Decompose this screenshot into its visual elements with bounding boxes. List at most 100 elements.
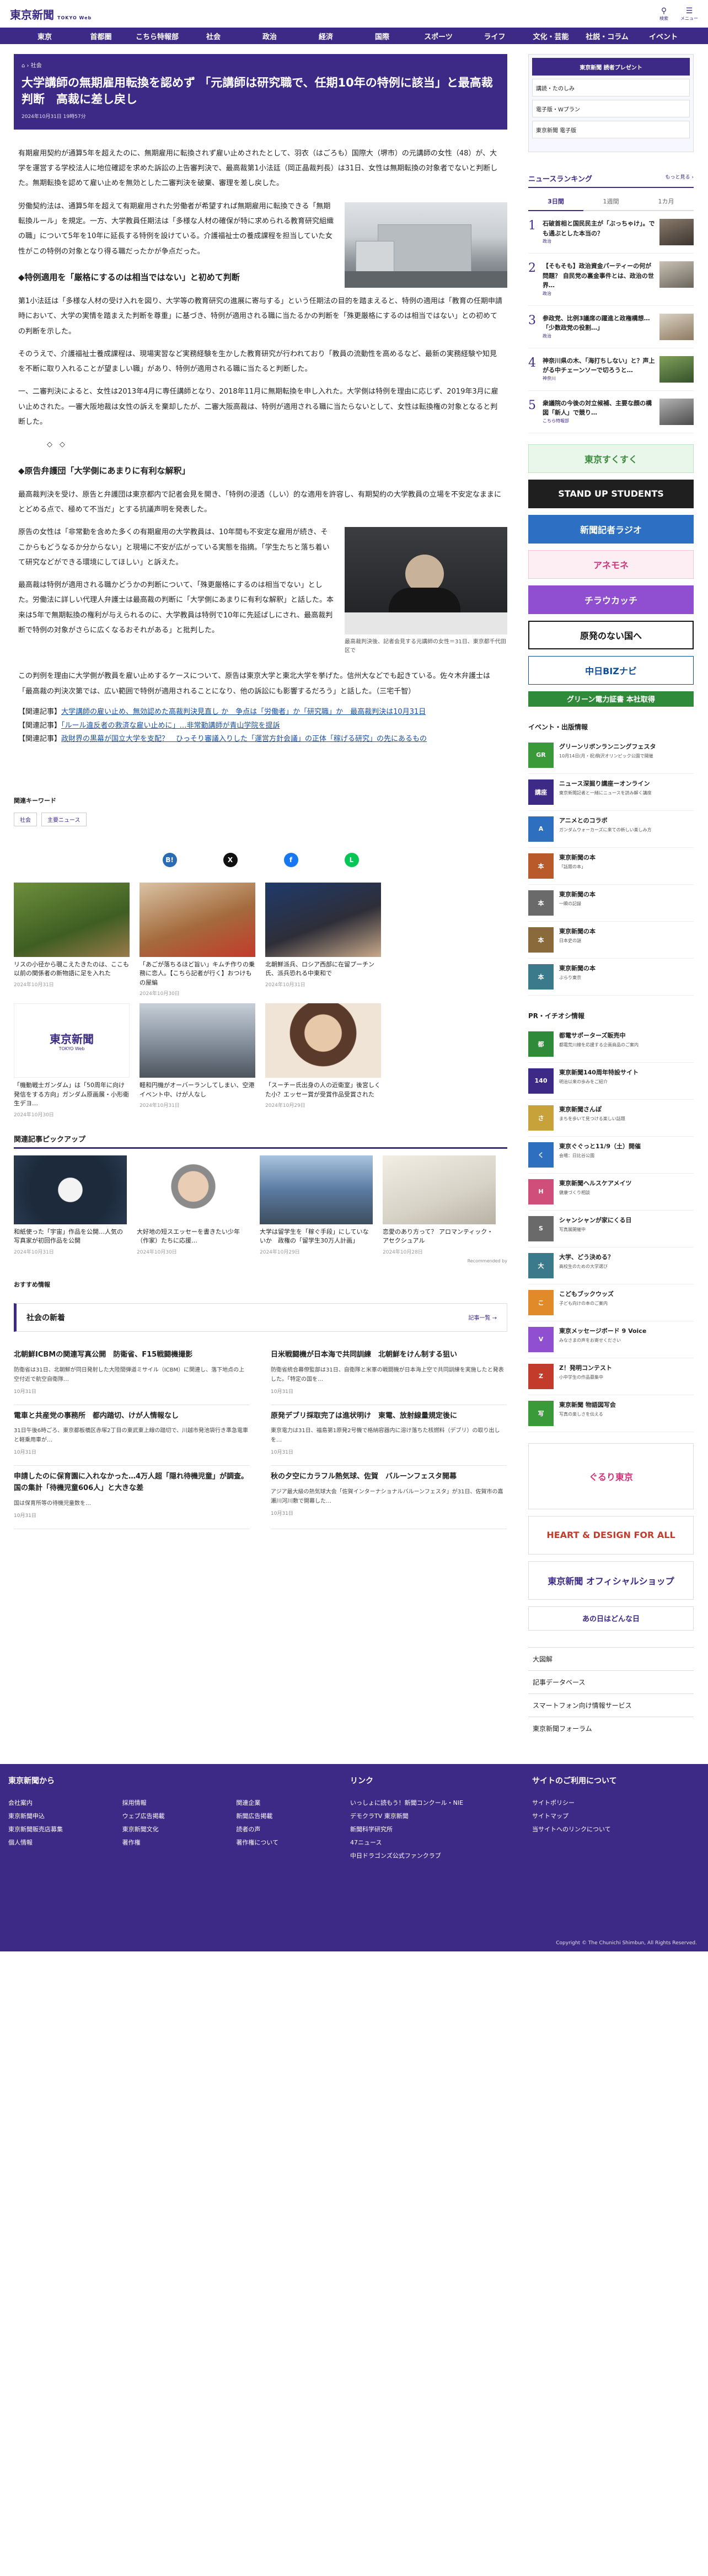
recommended-card[interactable]: 東京新聞 TOKYO Web 「機動戦士ガンダム」は「50周年に向け発信をする方… [14,1003,130,1118]
footer-link[interactable]: 新聞科学研究所 [350,1825,532,1833]
footer-link[interactable]: 著作権について [236,1838,350,1847]
news-item[interactable]: 北朝鮮ICBMの関連写真公開 防衛省、F15戦闘機撮影 防衛省は31日、北朝鮮が同… [14,1344,250,1405]
footer-link[interactable]: 東京新聞文化 [122,1825,237,1833]
recommended-card[interactable]: 軽和円機がオーバーランしてしまい、空港イベント中、けが人なし 2024年10月3… [140,1003,255,1118]
event-item[interactable]: GR グリーンリボンランニングフェスタ 10月14日(月・祝)駒沢オリンピック公園で… [528,737,694,774]
tab-1week[interactable]: 1週間 [583,192,639,211]
footer-link[interactable]: 著作権 [122,1838,237,1847]
news-item[interactable]: 電車と共産党の事務所 都内踏切、けが人情報なし 31日午後6時ごろ、東京都板橋区赤… [14,1405,250,1466]
promo-banner[interactable]: HEART & DESIGN FOR ALL [528,1515,694,1555]
footer-link[interactable]: サイトポリシー [532,1798,698,1807]
nav-item[interactable]: 国際 [354,31,410,41]
footer-link[interactable]: 採用情報 [122,1798,237,1807]
nav-item[interactable]: ライフ [466,31,523,41]
recommended-card[interactable]: リスの小径から覗こえたきたのは、ここも以前の関係者の新物語に足を入れた 2024… [14,882,130,997]
pickup-card[interactable]: 大学は留学生を「稼ぐ手段」にしていないか 政権の「留学生30万人計画」 2024… [260,1155,373,1255]
footer-link[interactable]: 個人情報 [8,1838,122,1847]
pickup-card[interactable]: 和紙使った「宇宙」作品を公開…人気の写真家が初回作品を公開 2024年10月31… [14,1155,127,1255]
footer-link[interactable]: 47ニュース [350,1838,532,1847]
side-link[interactable]: 東京新聞フォーラム [528,1716,694,1740]
news-item[interactable]: 秋の夕空にカラフル熱気球、佐賀 バルーンフェスタ開幕 アジア最大級の熱気球大会「佐… [271,1466,507,1530]
hatena-share-button[interactable]: B! [162,852,177,867]
building-photo[interactable] [345,202,507,288]
facebook-share-button[interactable]: f [283,852,298,867]
side-link[interactable]: 大図解 [528,1647,694,1670]
search-button[interactable]: ⚲ 検索 [659,7,668,21]
pr-item[interactable]: さ東京新聞さんぽ まちを歩いて見つける楽しい話題 [528,1100,694,1137]
pr-item[interactable]: Z Z！発明コンテスト 小中学生の作品募集中 [528,1358,694,1395]
event-item[interactable]: 本東京新聞の本 一瞬の記録 [528,885,694,922]
related-link[interactable]: 「ルール違反者の救済な雇い止めに」…非常勤講師が青山学院を提訴 [61,722,280,730]
footer-link[interactable]: ウェブ広告掲載 [122,1811,237,1820]
nav-item[interactable]: こちら特報部 [129,31,185,41]
footer-link[interactable]: 読者の声 [236,1825,350,1833]
footer-link[interactable]: 中日ドラゴンズ公式ファンクラブ [350,1851,532,1860]
footer-link[interactable]: 新聞広告掲載 [236,1811,350,1820]
recommended-card[interactable]: 「あごが落ちるほど旨い」キムチ作りの乗務に恋人。【こちら記者が行く】おつけもの屋… [140,882,255,997]
footer-link[interactable]: デモクラTV 東京新聞 [350,1811,532,1820]
menu-button[interactable]: ☰ メニュー [680,7,698,21]
banner[interactable]: 中日BIZナビ [528,655,694,685]
news-item[interactable]: 原発デブリ採取完了は進状明け 東電、放射線量規定後に 東京電力は31日、福島第1原… [271,1405,507,1466]
pr-item[interactable]: S シャンシャンが家にくる日 写真展開催中 [528,1211,694,1247]
pr-item[interactable]: ここどもブックウッズ 子ども向けの本のご案内 [528,1284,694,1321]
banner[interactable]: 東京すくすく [528,444,694,473]
subscription-ad[interactable]: 東京新聞 読者プレゼント 講読・たのしみ 電子版・Wプラン 東京新聞 電子版 [528,54,694,152]
nav-item[interactable]: 政治 [242,31,298,41]
pr-item[interactable]: 都都電サポーターズ販売中 都電荒川線を応援する企画商品のご案内 [528,1026,694,1063]
pr-item[interactable]: 大大学、どう決める？ 高校生のための大学選び [528,1247,694,1284]
keyword-tag[interactable]: 主要ニュース [41,812,87,826]
news-item[interactable]: 日米戦闘機が日本海で共同訓練 北朝鮮をけん制する狙い 防衛省統合幕僚監部は31日、… [271,1344,507,1405]
ranking-item[interactable]: 5 衆議院の今後の対立候補、主要な顔の構図「新人」で競り… こちら特報部 [528,391,694,433]
site-logo[interactable]: 東京新聞 TOKYO Web [10,6,92,22]
ranking-item[interactable]: 3 参政党、比例3議席の躍進と政権構想…「少数政党の役割…」 政治 [528,306,694,348]
footer-link[interactable]: 東京新聞申込 [8,1811,122,1820]
event-item[interactable]: A アニメとのコラボ ガンダムウォーカーズに来ての新しい楽しみ方 [528,811,694,848]
nav-item[interactable]: 経済 [298,31,354,41]
pr-item[interactable]: 写東京新聞 物語図写会 写真の楽しさを伝える [528,1395,694,1432]
nav-item[interactable]: スポーツ [410,31,466,41]
recommended-card[interactable]: 北朝鮮派兵、ロシア西部に在留プーチン氏、派兵恐れる中東和で 2024年10月31… [265,882,381,997]
side-link[interactable]: スマートフォン向け情報サービス [528,1693,694,1717]
event-item[interactable]: 本東京新聞の本 「話題の本」 [528,848,694,885]
home-icon[interactable]: ⌂ [22,63,25,69]
tab-1month[interactable]: 1カ月 [639,192,694,211]
ranking-item[interactable]: 2 【そもそも】政治資金パーティーの何が問題？ 自民党の裏金事件とは、政治の世界…… [528,254,694,306]
pickup-card[interactable]: 恋愛のあり方って？ アロマンティック・アセクシュアル 2024年10月28日 [383,1155,496,1255]
banner[interactable]: STAND UP STUDENTS [528,479,694,508]
ranking-item[interactable]: 1 石破首相と国民民主が「ぶっちゃけ」。でも通ぶとした本当の？ 政治 [528,211,694,254]
pr-item[interactable]: く東京ぐぐっと11/9（土）開催 会場：日比谷公園 [528,1137,694,1174]
breadcrumb-item[interactable]: 社会 [31,63,42,69]
event-item[interactable]: 本東京新聞の本 日本史の謎 [528,922,694,959]
ranking-more-link[interactable]: もっと見る › [666,173,694,184]
footer-link[interactable]: 東京新聞販売店募集 [8,1825,122,1833]
banner[interactable]: 原発のない国へ [528,620,694,649]
pr-item[interactable]: 140 東京新聞140周年特設サイト 明治以来の歩みをご紹介 [528,1063,694,1100]
nav-item[interactable]: 社説・コラム [579,31,635,41]
footer-link[interactable]: 会社案内 [8,1798,122,1807]
footer-link[interactable]: いっしょに読もう！新聞コンクール・NIE [350,1798,532,1807]
banner[interactable]: 新聞記者ラジオ [528,514,694,544]
pr-item[interactable]: H 東京新聞ヘルスケアメイツ 健康づくり相談 [528,1174,694,1211]
line-share-button[interactable]: L [344,852,359,867]
banner[interactable]: グリーン電力証書 本社取得 [528,691,694,707]
news-item[interactable]: 申請したのに保育園に入れなかった…4万人超「隠れ待機児童」が調査。国の集計「待機… [14,1466,250,1530]
promo-banner[interactable]: あの日はどんな日 [528,1606,694,1631]
tab-3days[interactable]: 3日間 [528,192,583,211]
event-item[interactable]: 本東京新聞の本 ぶらり東京 [528,959,694,996]
nav-item[interactable]: 文化・芸能 [523,31,579,41]
event-item[interactable]: 講座 ニュース深掘り講座ーオンライン 東京新聞記者と一緒にニュースを読み解く講座 [528,774,694,811]
footer-link[interactable]: サイトマップ [532,1811,698,1820]
x-share-button[interactable]: X [223,852,238,867]
press-conference-photo[interactable]: 最高裁判決後、記者会見する元講師の女性＝31日、東京都千代田区で [345,527,507,655]
shakai-more-link[interactable]: 記事一覧 → [468,1313,497,1321]
pr-item[interactable]: V 東京メッセージボード 9 Voice みなさまの声をお寄せください [528,1321,694,1358]
promo-banner[interactable]: ぐるり東京 [528,1443,694,1509]
nav-item[interactable]: 東京 [17,31,73,41]
nav-item[interactable]: 首都圏 [73,31,129,41]
related-link[interactable]: 政財界の黒幕が国立大学を支配？ ひっそり審議入りした「運営方針会議」の正体「稼げ… [61,735,427,743]
banner[interactable]: アネモネ [528,550,694,579]
footer-link[interactable]: 当サイトへのリンクについて [532,1825,698,1833]
nav-item[interactable]: イベント [635,31,691,41]
footer-link[interactable]: 関連企業 [236,1798,350,1807]
